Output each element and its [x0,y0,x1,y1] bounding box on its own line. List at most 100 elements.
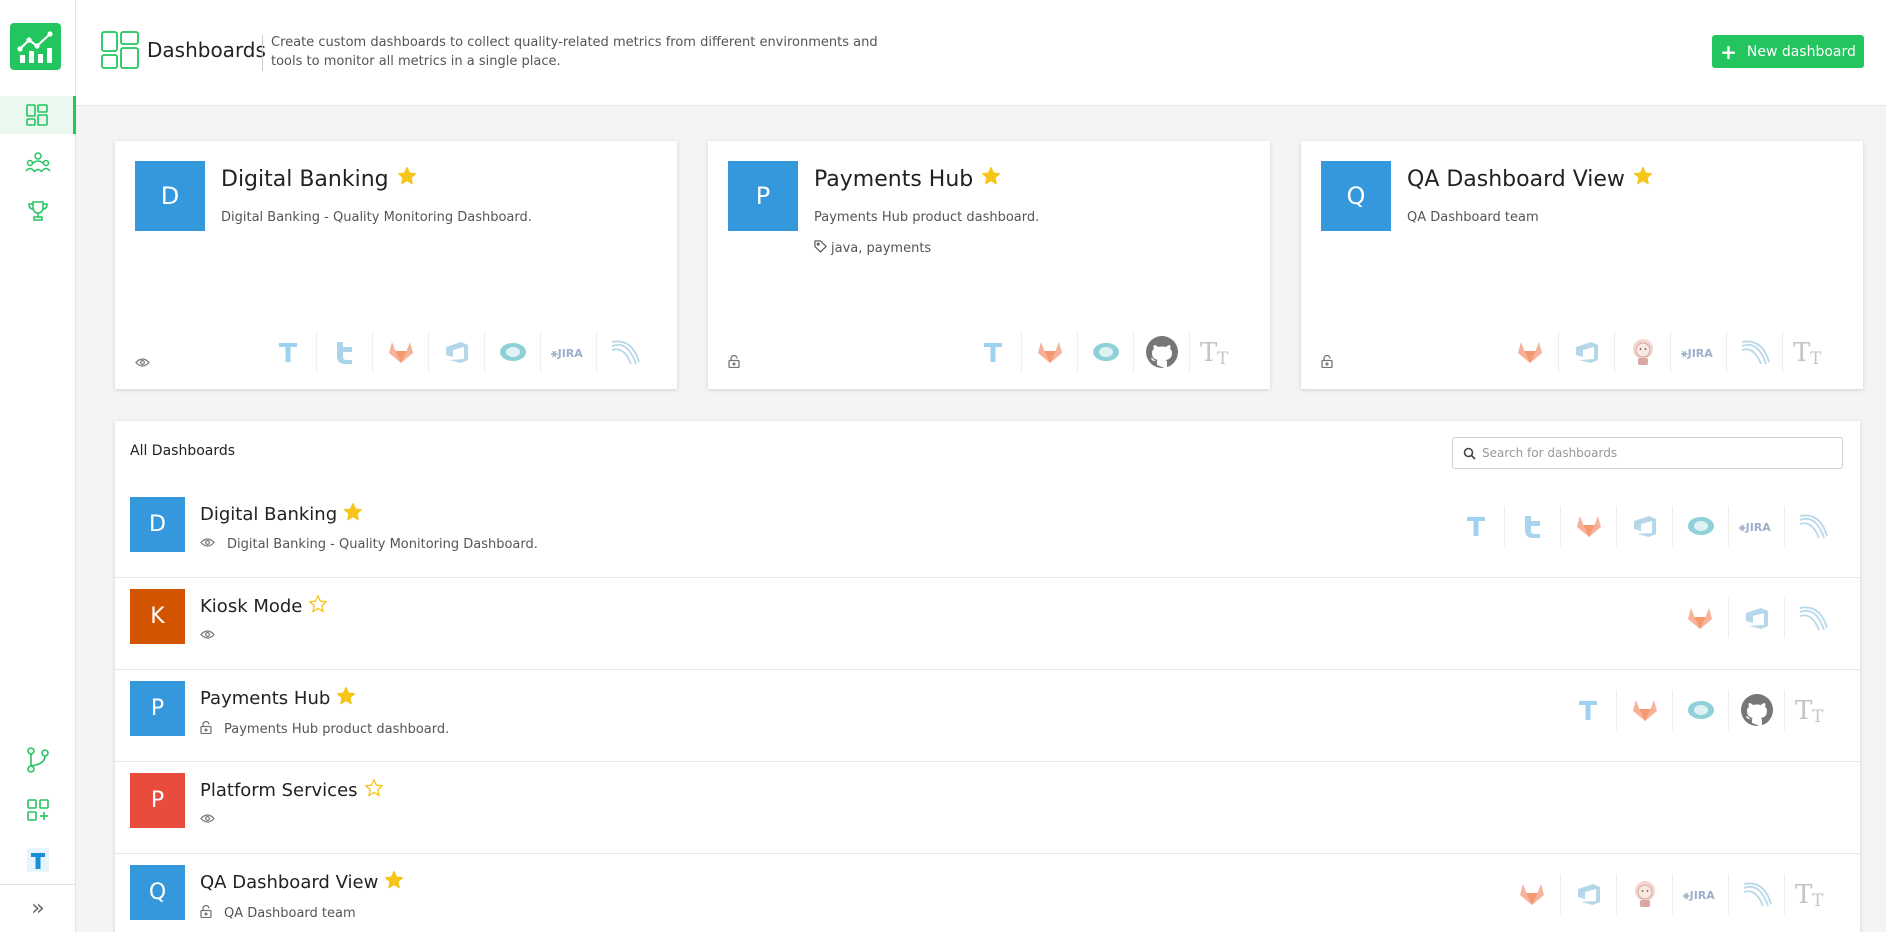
dashboard-row-title[interactable]: Kiosk Mode [200,594,328,619]
dashboard-card-title[interactable]: QA Dashboard View [1407,166,1653,192]
integration-icons: TT [965,331,1245,373]
azure-devops-icon [428,331,484,373]
jira-icon: ⚹JIRA [1672,874,1728,914]
team-icon [25,152,51,173]
star-outline-icon[interactable] [308,594,328,619]
svg-text:T: T [1217,349,1229,367]
dashboard-row[interactable]: Q QA Dashboard View QA Dashboard team ⚹J… [115,854,1860,932]
jenkins-icon [1616,874,1672,914]
elastic-icon [1077,331,1133,373]
plus-icon: + [1720,39,1737,64]
dashboard-row[interactable]: P Platform Services [115,762,1860,854]
dashboard-card[interactable]: P Payments Hub Payments Hub product dash… [708,141,1270,389]
star-outline-icon[interactable] [364,778,384,803]
dashboard-avatar: D [135,161,205,231]
star-filled-icon[interactable] [384,870,404,895]
github-icon [1133,331,1189,373]
dashboard-name: Payments Hub [200,688,331,709]
all-dashboards-panel: All Dashboards D Digital Banking Digital… [115,421,1860,932]
star-filled-icon[interactable] [336,686,356,711]
gitlab-icon [1672,598,1728,638]
integration-icons [1672,598,1840,638]
new-dashboard-label: New dashboard [1746,43,1856,60]
jira-icon: ⚹JIRA [1728,506,1784,546]
dashboard-meta [200,813,227,828]
lock-icon [1321,353,1333,372]
integration-icons: ⚹JIRA T T [1502,331,1838,373]
jira-icon: ⚹JIRA [1670,331,1726,373]
dashboard-description: Digital Banking - Quality Monitoring Das… [227,537,538,552]
sidebar-item-achievements[interactable] [0,192,76,230]
dashboard-avatar: Q [1321,161,1391,231]
svg-text:T: T [1810,349,1822,367]
search-input[interactable] [1482,446,1822,460]
testiny-icon [260,331,316,373]
expand-sidebar-button[interactable]: » [0,884,76,932]
sidebar-item-testiny[interactable] [0,841,76,879]
dashboard-name: Kiosk Mode [200,596,303,617]
testiny-icon [1560,690,1616,730]
new-dashboard-button[interactable]: + New dashboard [1712,35,1864,68]
gitlab-icon [1616,690,1672,730]
xray-icon [1784,506,1840,546]
dashboard-avatar: Q [130,865,185,920]
dashboard-avatar: P [130,681,185,736]
double-chevron-right-icon: » [31,896,45,921]
dashboard-card-title[interactable]: Digital Banking [221,166,417,192]
dashboard-row[interactable]: D Digital Banking Digital Banking - Qual… [115,486,1860,578]
gitlab-icon [1502,331,1558,373]
xray-icon [1726,331,1782,373]
dashboard-row-title[interactable]: Payments Hub [200,686,356,711]
page-description: Create custom dashboards to collect qual… [271,35,878,69]
integration-icons: ⚹JIRA [260,331,652,373]
app-logo-icon[interactable] [10,23,61,70]
dashboard-tags: java, payments [814,240,931,257]
sidebar-item-integrations[interactable] [0,791,76,829]
sidebar-item-source-control[interactable] [0,741,76,779]
dashboard-meta [200,629,227,644]
star-filled-icon[interactable] [981,166,1001,192]
dashboard-card-title[interactable]: Payments Hub [814,166,1001,192]
typography-icon: TT [1784,690,1840,730]
xray-icon [1728,874,1784,914]
star-filled-icon[interactable] [1633,166,1653,192]
tag-icon [814,240,827,257]
lock-icon [728,353,740,372]
jira-icon: ⚹JIRA [540,331,596,373]
dashboard-row-title[interactable]: Platform Services [200,778,384,803]
dashboard-row[interactable]: P Payments Hub Payments Hub product dash… [115,670,1860,762]
header-divider [262,35,263,71]
eye-icon [200,813,215,828]
eye-icon [200,537,215,552]
dashboard-name: Payments Hub [814,166,974,192]
gitlab-icon [1021,331,1077,373]
testiny-icon [1448,506,1504,546]
dashboard-meta: Payments Hub product dashboard. [200,720,449,738]
dashboard-row[interactable]: K Kiosk Mode [115,578,1860,670]
elastic-icon [1672,506,1728,546]
dashboard-description: QA Dashboard team [224,906,356,921]
dashboard-name: Digital Banking [221,166,389,192]
dashboard-avatar: P [130,773,185,828]
testiny-icon [27,848,49,872]
dashboard-icon [101,31,139,69]
gitlab-icon [1504,874,1560,914]
lock-icon [200,720,212,738]
azure-devops-icon [1728,598,1784,638]
all-dashboards-title: All Dashboards [130,443,236,459]
dashboard-card[interactable]: Q QA Dashboard View QA Dashboard team ⚹J… [1301,141,1863,389]
sidebar-item-teams[interactable] [0,144,76,182]
svg-text:⚹JIRA: ⚹JIRA [1738,521,1771,534]
tags-label: java, payments [831,241,932,256]
typography-icon: TT [1784,874,1840,914]
dashboard-row-title[interactable]: Digital Banking [200,502,363,527]
dashboard-row-title[interactable]: QA Dashboard View [200,870,404,895]
dashboard-card[interactable]: D Digital Banking Digital Banking - Qual… [115,141,677,389]
star-filled-icon[interactable] [343,502,363,527]
svg-text:⚹JIRA: ⚹JIRA [1682,889,1715,902]
sidebar-item-dashboards[interactable] [0,96,76,134]
svg-text:T: T [1200,338,1218,367]
star-filled-icon[interactable] [397,166,417,192]
eye-icon [135,353,150,372]
dashboard-search[interactable] [1452,437,1843,469]
